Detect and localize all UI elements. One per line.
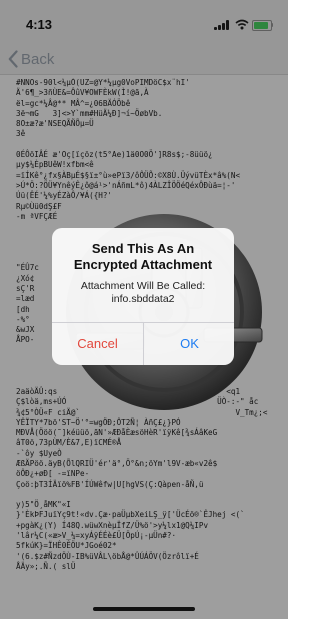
cancel-button[interactable]: Cancel	[52, 323, 143, 365]
alert-message: Attachment Will Be Called: info.sbddata2	[80, 280, 206, 305]
ok-button[interactable]: OK	[144, 323, 234, 365]
encrypted-attachment-alert: Send This As An Encrypted Attachment Att…	[52, 228, 234, 365]
alert-title: Send This As An Encrypted Attachment	[73, 241, 213, 272]
home-indicator	[93, 607, 195, 611]
